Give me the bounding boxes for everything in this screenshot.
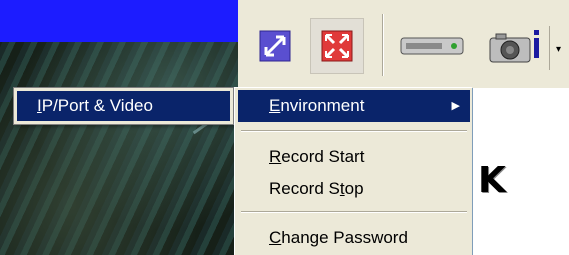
video-view [0,0,238,255]
device-icon [400,37,464,55]
menu-separator [241,130,467,132]
toolbar-dropdown-button[interactable]: ▾ [549,26,569,70]
menu-item-label: Record S [269,179,340,198]
toolbar [238,0,569,89]
menu-item-environment[interactable]: Environment ▶ [238,90,470,122]
menu-item-record-stop[interactable]: Record Stop [238,173,470,205]
context-menu: Environment ▶ Record Start Record Stop Ch… [234,87,472,255]
menu-item-label: hange Password [281,228,408,247]
menu-item-change-password[interactable]: Change Password [238,222,470,254]
fullscreen-button[interactable] [310,18,364,74]
resize-button[interactable] [250,18,300,74]
resize-icon [259,30,291,62]
menu-item-label: op [344,179,364,198]
device-button[interactable] [392,18,472,74]
menu-item-label: ecord Start [281,147,365,166]
submenu-arrow-icon: ▶ [451,100,460,112]
camera-icon [489,30,539,63]
toolbar-separator [382,14,384,76]
menu-item-mnemonic: R [269,147,282,166]
menu-item-label: P/Port & Video [41,96,153,115]
menu-item-mnemonic: E [269,96,281,115]
environment-submenu: IP/Port & Video [13,87,234,125]
camera-button[interactable] [484,18,548,74]
video-title-bar [0,0,238,42]
menu-item-ip-port-video[interactable]: IP/Port & Video [17,91,230,121]
menu-separator [241,211,467,213]
menu-item-mnemonic: C [269,228,282,247]
fullscreen-icon [321,30,353,62]
dropdown-arrow-icon: ▾ [556,44,562,55]
menu-item-label: nvironment [280,96,365,115]
menu-item-record-start[interactable]: Record Start [238,141,470,173]
panel-text: K [478,160,506,201]
